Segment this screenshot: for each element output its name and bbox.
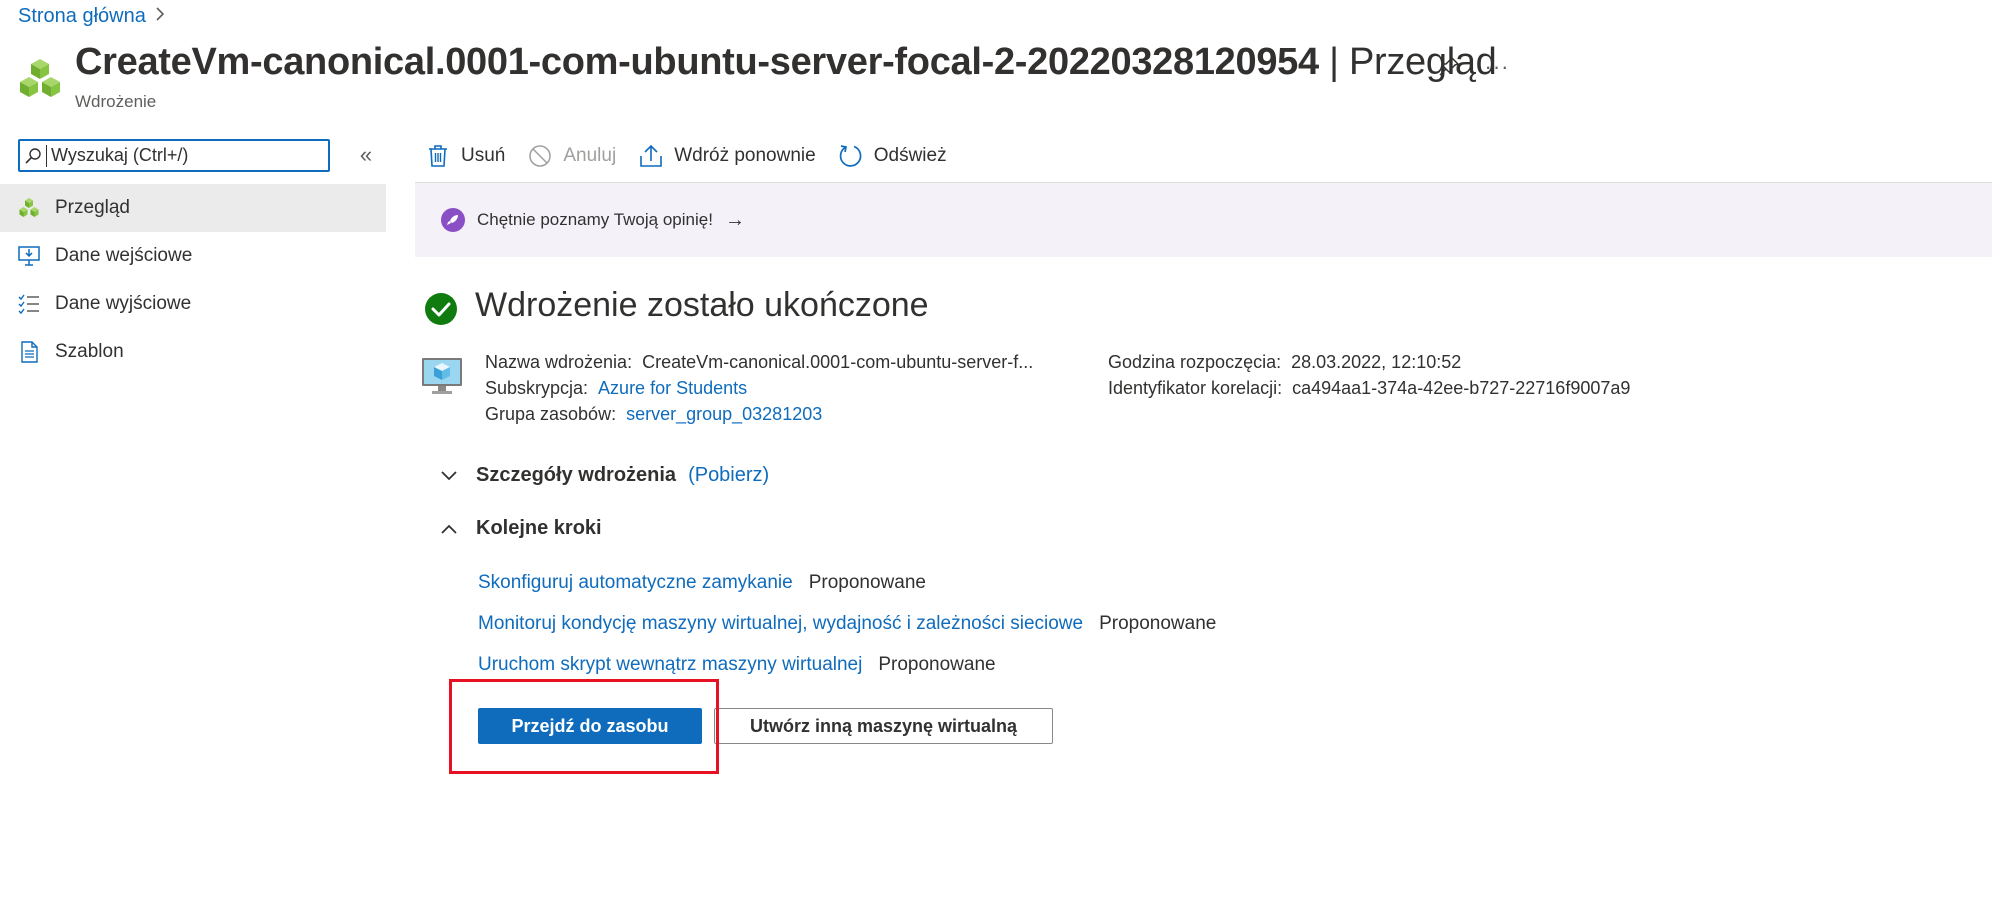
redeploy-label: Wdróż ponownie [674,145,816,166]
chevron-down-icon [438,470,460,482]
sidebar-item-template[interactable]: Szablon [0,328,386,376]
sidebar-item-label: Szablon [55,341,124,362]
cubes-icon [18,197,40,219]
next-step-link[interactable]: Monitoruj kondycję maszyny wirtualnej, w… [478,613,1083,634]
breadcrumb-home-link[interactable]: Strona główna [18,5,146,28]
rocket-icon [441,208,465,232]
redeploy-button[interactable]: Wdróż ponownie [638,143,816,169]
subscription-link[interactable]: Azure for Students [598,378,747,398]
delete-button[interactable]: Usuń [425,143,505,169]
subscription-row: Subskrypcja: Azure for Students [485,378,747,399]
resource-group-link[interactable]: server_group_03281203 [626,404,822,424]
page-subtitle: Wdrożenie [75,92,157,111]
resource-group-row: Grupa zasobów: server_group_03281203 [485,404,822,425]
command-toolbar: Usuń Anuluj Wdróż ponownie Odśwież [425,138,969,174]
upload-icon [638,143,664,169]
next-step-status: Proponowane [1099,613,1217,634]
page-title: CreateVm-canonical.0001-com-ubuntu-serve… [75,41,1497,84]
correlation-id-row: Identyfikator korelacji: ca494aa1-374a-42… [1108,378,1630,399]
search-input[interactable] [46,144,321,167]
virtual-machine-icon [421,355,463,397]
cancel-circle-icon [527,143,553,169]
collapse-sidebar-button[interactable]: « [352,141,380,169]
checklist-icon [18,293,40,315]
pin-icon [1438,55,1460,82]
cancel-label: Anuluj [563,145,617,166]
monitor-download-icon [18,245,40,267]
next-steps-title: Kolejne kroki [476,517,602,539]
arrow-right-icon: → [724,208,745,231]
feedback-text: Chętnie poznamy Twoją opinię! [477,210,713,229]
next-step-link[interactable]: Uruchom skrypt wewnątrz maszyny wirtualn… [478,654,862,675]
refresh-button[interactable]: Odśwież [838,143,947,169]
deployment-name-value: CreateVm-canonical.0001-com-ubuntu-serve… [642,352,1034,372]
next-step-item: Monitoruj kondycję maszyny wirtualnej, w… [478,613,1216,635]
sidebar-nav: Przegląd Dane wejściowe Dane wyjściowe S… [0,184,386,376]
next-step-item: Uruchom skrypt wewnątrz maszyny wirtualn… [478,654,996,676]
breadcrumb: Strona główna [18,5,166,28]
deployment-details-title: Szczegóły wdrożenia [476,464,677,486]
deployment-details-toggle[interactable]: Szczegóły wdrożenia (Pobierz) [438,464,769,487]
cancel-button[interactable]: Anuluj [527,143,616,169]
create-another-vm-button[interactable]: Utwórz inną maszynę wirtualną [714,708,1053,744]
deployment-cubes-icon [18,57,62,101]
pin-button[interactable] [1434,53,1464,83]
next-step-item: Skonfiguruj automatyczne zamykanie Propon… [478,572,926,594]
start-time-key: Godzina rozpoczęcia: [1108,352,1282,372]
feedback-banner[interactable]: Chętnie poznamy Twoją opinię! → [415,183,1992,257]
next-step-status: Proponowane [878,654,996,675]
search-icon [20,147,46,165]
deployment-name-row: Nazwa wdrożenia: CreateVm-canonical.0001-… [485,352,1033,373]
next-step-status: Proponowane [808,572,926,593]
deployment-name-key: Nazwa wdrożenia: [485,352,633,372]
sidebar-item-label: Dane wejściowe [55,245,193,266]
document-icon [18,341,40,363]
refresh-label: Odśwież [873,145,947,166]
sidebar-item-overview[interactable]: Przegląd [0,184,386,232]
correlation-id-key: Identyfikator korelacji: [1108,378,1283,398]
chevron-right-icon [154,5,166,28]
page-title-section: Przegląd [1348,41,1497,83]
next-step-link[interactable]: Skonfiguruj automatyczne zamykanie [478,572,793,593]
subscription-key: Subskrypcja: [485,378,589,398]
start-time-row: Godzina rozpoczęcia: 28.03.2022, 12:10:52 [1108,352,1461,373]
trash-icon [425,143,451,169]
success-check-icon [424,292,458,326]
start-time-value: 28.03.2022, 12:10:52 [1291,352,1462,372]
sidebar-item-outputs[interactable]: Dane wyjściowe [0,280,386,328]
page-title-separator: | [1318,41,1349,83]
correlation-id-value: ca494aa1-374a-42ee-b727-22716f9007a9 [1292,378,1631,398]
deployment-status-title: Wdrożenie zostało ukończone [475,286,929,324]
chevron-up-icon [438,523,460,535]
sidebar-item-label: Dane wyjściowe [55,293,192,314]
download-link[interactable]: (Pobierz) [688,464,769,487]
delete-label: Usuń [461,145,506,166]
page-title-name: CreateVm-canonical.0001-com-ubuntu-serve… [75,41,1319,83]
refresh-icon [838,143,864,169]
search-box[interactable] [18,139,330,172]
more-options-button[interactable]: ··· [1482,52,1512,82]
next-steps-toggle[interactable]: Kolejne kroki [438,517,602,540]
sidebar-item-label: Przegląd [55,197,130,218]
resource-group-key: Grupa zasobów: [485,404,617,424]
go-to-resource-button[interactable]: Przejdź do zasobu [478,708,702,744]
sidebar-item-inputs[interactable]: Dane wejściowe [0,232,386,280]
